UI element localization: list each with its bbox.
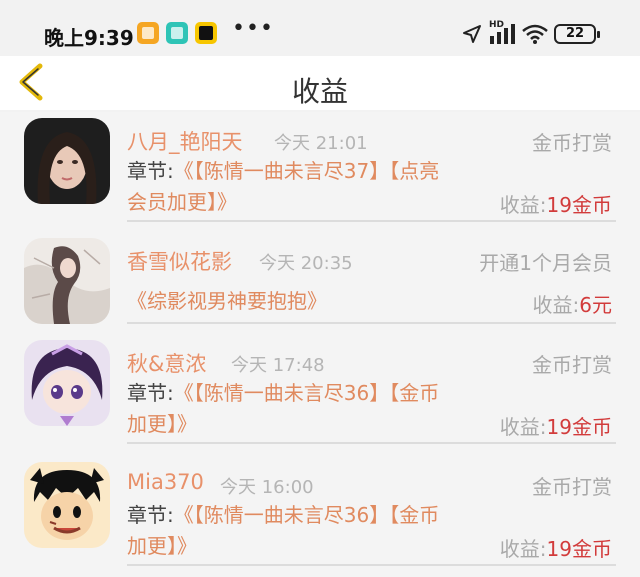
user-name: 香雪似花影 xyxy=(127,250,232,274)
signal-icon xyxy=(490,24,515,44)
earnings-item[interactable]: Mia370 今天 16:00 金币打赏 章节:《【陈情一曲未言尽36】【金币 … xyxy=(0,456,640,577)
earning-amount: 收益:19金币 xyxy=(500,189,612,218)
divider xyxy=(127,564,616,566)
avatar xyxy=(24,462,110,548)
chapter-label: 章节: xyxy=(127,381,174,405)
wifi-icon xyxy=(522,24,548,44)
earnings-item[interactable]: 秋&意浓 今天 17:48 金币打赏 章节:《【陈情一曲未言尽36】【金币 加更… xyxy=(0,334,640,446)
chapter-title-line2: 加更】》 xyxy=(127,412,197,436)
earnings-item[interactable]: 八月_艳阳天 今天 21:01 金币打赏 章节:《【陈情一曲未言尽37】【点亮 … xyxy=(0,112,640,224)
earning-label: 收益: xyxy=(532,293,580,317)
chapter-desc: 《综影视男神要抱抱》 xyxy=(127,286,327,317)
earning-amount: 收益:6元 xyxy=(533,289,612,318)
status-bar: 晚上9:39 ••• HD 22 xyxy=(0,0,640,56)
earning-value: 19金币 xyxy=(546,537,612,561)
timestamp: 今天 21:01 xyxy=(274,133,368,154)
divider xyxy=(127,220,616,222)
earning-type: 金币打赏 xyxy=(532,131,612,155)
chapter-title-line1: 《【陈情一曲未言尽37】【点亮 xyxy=(173,159,440,183)
status-time: 晚上9:39 xyxy=(44,26,134,50)
earning-value: 19金币 xyxy=(546,415,612,439)
chapter-desc: 章节:《【陈情一曲未言尽36】【金币 加更】》 xyxy=(127,500,439,562)
more-notifications-icon: ••• xyxy=(232,16,274,41)
chapter-title-line1: 《【陈情一曲未言尽36】【金币 xyxy=(173,381,440,405)
chapter-title-line2: 会员加更】》 xyxy=(127,190,237,214)
avatar xyxy=(24,118,110,204)
book-title: 《综影视男神要抱抱》 xyxy=(127,289,327,313)
chapter-desc: 章节:《【陈情一曲未言尽36】【金币 加更】》 xyxy=(127,378,439,440)
earning-type: 开通1个月会员 xyxy=(479,251,612,275)
divider xyxy=(127,322,616,324)
earning-amount: 收益:19金币 xyxy=(500,533,612,562)
chapter-title-line2: 加更】》 xyxy=(127,534,197,558)
chapter-desc: 章节:《【陈情一曲未言尽37】【点亮 会员加更】》 xyxy=(127,156,439,218)
divider xyxy=(127,442,616,444)
user-name: Mia370 xyxy=(127,470,204,494)
earning-value: 19金币 xyxy=(546,193,612,217)
avatar xyxy=(24,238,110,324)
earning-type: 金币打赏 xyxy=(532,475,612,499)
chapter-label: 章节: xyxy=(127,503,174,527)
send-app-icon xyxy=(166,22,188,44)
chapter-title-line1: 《【陈情一曲未言尽36】【金币 xyxy=(173,503,440,527)
location-icon xyxy=(463,25,481,43)
timestamp: 今天 17:48 xyxy=(231,355,325,376)
timestamp: 今天 20:35 xyxy=(259,253,353,274)
earning-label: 收益: xyxy=(499,537,547,561)
earnings-item[interactable]: 香雪似花影 今天 20:35 开通1个月会员 《综影视男神要抱抱》 收益:6元 xyxy=(0,230,640,326)
notes-app-icon xyxy=(137,22,159,44)
avatar xyxy=(24,340,110,426)
reader-app-icon xyxy=(195,22,217,44)
timestamp: 今天 16:00 xyxy=(220,477,314,498)
earning-value: 6元 xyxy=(579,293,612,317)
user-name: 秋&意浓 xyxy=(127,352,207,376)
battery-indicator: 22 xyxy=(554,24,600,44)
earning-label: 收益: xyxy=(499,415,547,439)
page-title: 收益 xyxy=(291,75,348,108)
user-name: 八月_艳阳天 xyxy=(127,130,243,154)
chapter-label: 章节: xyxy=(127,159,174,183)
top-bar: 收益 xyxy=(0,56,640,110)
earning-label: 收益: xyxy=(499,193,547,217)
earning-type: 金币打赏 xyxy=(532,353,612,377)
earning-amount: 收益:19金币 xyxy=(500,411,612,440)
earnings-list: 八月_艳阳天 今天 21:01 金币打赏 章节:《【陈情一曲未言尽37】【点亮 … xyxy=(0,112,640,577)
